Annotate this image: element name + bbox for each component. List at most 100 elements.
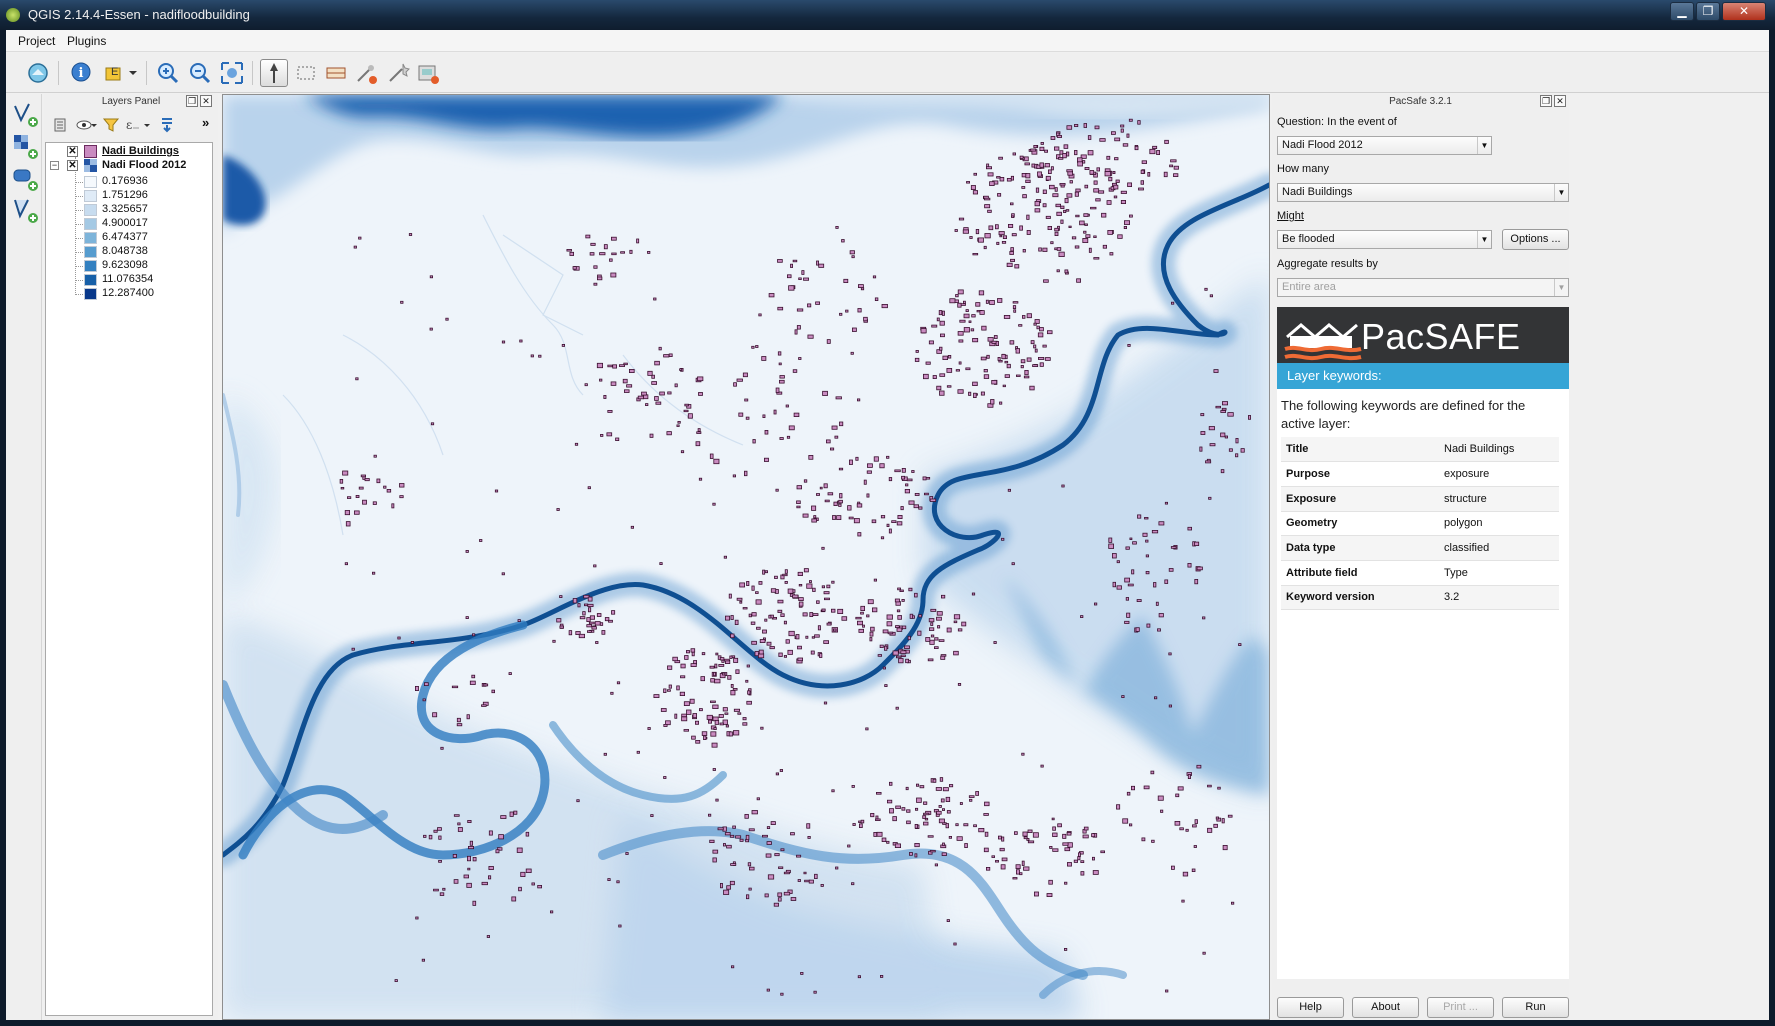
building-footprint: [784, 569, 788, 574]
zoom-out-icon[interactable]: [186, 59, 214, 87]
building-footprint: [765, 853, 772, 858]
building-footprint: [1215, 816, 1220, 820]
menu-project[interactable]: Project: [18, 34, 55, 48]
expand-all-icon[interactable]: [158, 116, 176, 137]
function-combo[interactable]: Be flooded ▼: [1277, 230, 1492, 249]
float-panel-button[interactable]: ❐: [1540, 95, 1552, 107]
layer-row-nadi-flood-2012[interactable]: − ✕ Nadi Flood 2012: [46, 159, 212, 173]
inasafe-keywords-icon[interactable]: [352, 59, 380, 87]
building-footprint: [923, 801, 928, 805]
more-tools-icon[interactable]: »: [202, 115, 209, 130]
layer-visibility-checkbox[interactable]: ✕: [67, 146, 78, 157]
legend-entry: 3.325657: [46, 203, 212, 217]
building-footprint: [559, 595, 563, 599]
close-panel-button[interactable]: ✕: [200, 95, 212, 107]
building-footprint: [423, 682, 429, 687]
print-button[interactable]: Print ...: [1427, 997, 1494, 1018]
menu-plugins[interactable]: Plugins: [67, 34, 106, 48]
close-window-button[interactable]: ✕: [1722, 2, 1766, 21]
close-panel-button[interactable]: ✕: [1554, 95, 1566, 107]
building-footprint: [1034, 891, 1039, 897]
add-delimited-layer-icon[interactable]: [11, 196, 39, 224]
hazard-combo[interactable]: Nadi Flood 2012 ▼: [1277, 136, 1492, 155]
add-group-icon[interactable]: [52, 116, 70, 137]
building-footprint: [957, 683, 962, 686]
minimize-button[interactable]: ▁: [1670, 2, 1694, 21]
building-footprint: [806, 583, 813, 589]
building-footprint: [437, 827, 442, 831]
building-footprint: [1238, 643, 1242, 646]
building-footprint: [1092, 870, 1099, 875]
building-footprint: [1248, 415, 1252, 420]
select-features-icon[interactable]: E: [102, 59, 140, 87]
building-footprint: [946, 919, 950, 922]
zoom-full-icon[interactable]: [218, 59, 246, 87]
options-button[interactable]: Options ...: [1502, 229, 1569, 250]
legend-entry: 4.900017: [46, 217, 212, 231]
add-raster-layer-icon[interactable]: [11, 132, 39, 160]
building-footprint: [803, 479, 808, 483]
building-footprint: [914, 492, 920, 496]
building-footprint: [610, 381, 617, 386]
building-footprint: [1087, 135, 1092, 140]
add-database-layer-icon[interactable]: [11, 164, 39, 192]
building-footprint: [983, 847, 989, 853]
building-footprint: [886, 455, 890, 459]
building-footprint: [830, 447, 835, 451]
building-footprint: [681, 713, 688, 718]
layer-name[interactable]: Nadi Buildings: [102, 145, 179, 157]
building-footprint: [569, 251, 574, 256]
building-footprint: [738, 412, 744, 417]
exposure-combo[interactable]: Nadi Buildings ▼: [1277, 183, 1569, 202]
flood-map[interactable]: [223, 95, 1269, 1019]
identify-icon[interactable]: i: [68, 59, 96, 87]
building-footprint: [787, 274, 792, 279]
building-footprint: [1173, 165, 1179, 170]
building-footprint: [955, 823, 959, 827]
building-footprint: [790, 832, 795, 836]
pan-map-icon[interactable]: [24, 59, 52, 87]
building-footprint: [880, 536, 885, 540]
wizard-icon[interactable]: [384, 59, 412, 87]
maximize-button[interactable]: ❐: [1696, 2, 1720, 21]
collapse-toggle[interactable]: −: [50, 161, 59, 170]
building-footprint: [1221, 818, 1225, 824]
building-footprint: [715, 798, 719, 802]
building-footprint: [680, 450, 685, 454]
zoom-in-icon[interactable]: [154, 59, 182, 87]
building-footprint: [430, 422, 435, 426]
visibility-icon[interactable]: [76, 116, 98, 137]
building-footprint: [1177, 786, 1184, 791]
building-footprint: [821, 608, 826, 612]
building-footprint: [647, 250, 651, 254]
building-footprint: [823, 483, 828, 489]
aggregation-combo[interactable]: Entire area ▼: [1277, 278, 1569, 297]
filter-expression-icon[interactable]: ε: [124, 116, 152, 137]
select-rectangle-icon[interactable]: [292, 59, 320, 87]
building-footprint: [811, 636, 815, 639]
layer-visibility-checkbox[interactable]: ✕: [67, 160, 78, 171]
run-button[interactable]: Run: [1502, 997, 1569, 1018]
add-vector-layer-icon[interactable]: [11, 100, 39, 128]
building-footprint: [1032, 364, 1039, 368]
float-panel-button[interactable]: ❐: [186, 95, 198, 107]
about-button[interactable]: About: [1352, 997, 1419, 1018]
building-footprint: [709, 665, 715, 669]
layer-row-nadi-buildings[interactable]: ✕ Nadi Buildings: [46, 145, 212, 159]
building-footprint: [894, 598, 900, 603]
keywords-panel: The following keywords are defined for t…: [1277, 389, 1569, 979]
filter-icon[interactable]: [102, 116, 120, 137]
building-footprint: [963, 313, 970, 319]
building-footprint: [734, 619, 739, 626]
building-footprint: [1066, 832, 1072, 836]
layer-name[interactable]: Nadi Flood 2012: [102, 159, 186, 171]
touch-pan-icon[interactable]: [260, 59, 288, 87]
map-canvas[interactable]: [222, 94, 1270, 1020]
measure-area-icon[interactable]: [322, 59, 350, 87]
help-button[interactable]: Help: [1277, 997, 1344, 1018]
building-footprint: [1019, 155, 1024, 159]
print-map-icon[interactable]: [414, 59, 442, 87]
building-footprint: [1089, 170, 1095, 175]
svg-text:i: i: [79, 66, 84, 81]
building-footprint: [538, 354, 542, 358]
